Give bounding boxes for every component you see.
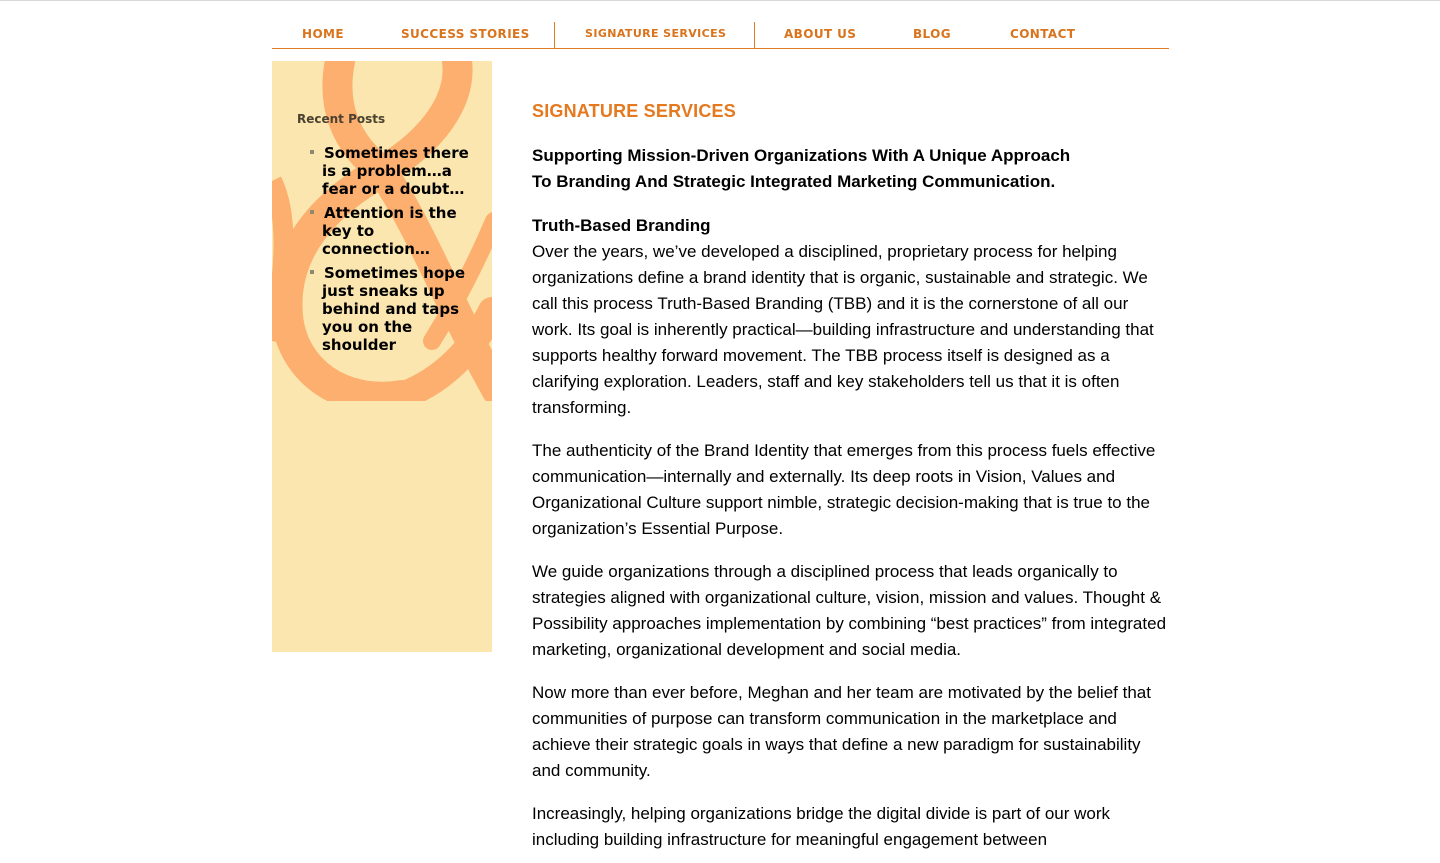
sidebar: Recent Posts Sometimes there is a proble… <box>272 61 492 652</box>
body-paragraph: We guide organizations through a discipl… <box>532 562 1167 659</box>
recent-post-link[interactable]: Sometimes hope just sneaks up behind and… <box>322 264 483 354</box>
bullet-icon <box>310 150 314 154</box>
page-title: SIGNATURE SERVICES <box>532 101 736 121</box>
body-paragraph: Now more than ever before, Meghan and he… <box>532 683 1151 780</box>
intro-heading: Supporting Mission-Driven Organizations … <box>532 143 1172 195</box>
nav-success-stories[interactable]: SUCCESS STORIES <box>401 22 530 48</box>
section-title: Truth-Based Branding <box>532 216 711 235</box>
recent-posts-heading: Recent Posts <box>297 112 386 126</box>
nav-home[interactable]: HOME <box>302 22 344 48</box>
nav-contact[interactable]: CONTACT <box>1010 22 1075 48</box>
body-paragraph: Increasingly, helping organizations brid… <box>532 804 1111 849</box>
nav-about-us[interactable]: ABOUT US <box>784 22 856 48</box>
list-item: Sometimes hope just sneaks up behind and… <box>308 264 483 354</box>
top-border <box>0 0 1440 1</box>
recent-post-link[interactable]: Sometimes there is a problem…a fear or a… <box>322 144 483 198</box>
main-content: SIGNATURE SERVICES Supporting Mission-Dr… <box>532 100 1172 853</box>
nav-separator <box>754 22 755 48</box>
bullet-icon <box>310 210 314 214</box>
nav-signature-services[interactable]: SIGNATURE SERVICES <box>585 22 726 48</box>
recent-post-link[interactable]: Attention is the key to connection… <box>322 204 483 258</box>
intro-line-2: To Branding And Strategic Integrated Mar… <box>532 172 1056 191</box>
list-item: Attention is the key to connection… <box>308 204 483 258</box>
body-paragraph: The authenticity of the Brand Identity t… <box>532 441 1156 538</box>
body-paragraph: Over the years, we’ve developed a discip… <box>532 242 1154 417</box>
nav-blog[interactable]: BLOG <box>913 22 951 48</box>
bullet-icon <box>310 270 314 274</box>
recent-posts-list: Sometimes there is a problem…a fear or a… <box>308 144 483 360</box>
main-nav: HOME SUCCESS STORIES SIGNATURE SERVICES … <box>272 22 1169 49</box>
list-item: Sometimes there is a problem…a fear or a… <box>308 144 483 198</box>
intro-line-1: Supporting Mission-Driven Organizations … <box>532 146 1071 165</box>
nav-separator <box>554 22 555 48</box>
